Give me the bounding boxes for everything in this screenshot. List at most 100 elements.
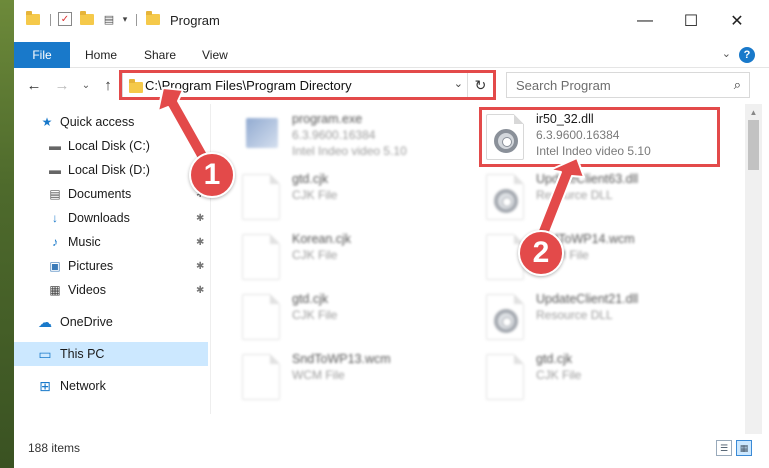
sidebar-item-onedrive[interactable]: ☁ OneDrive: [14, 310, 208, 334]
chevron-down-icon[interactable]: ▾: [118, 12, 132, 26]
sidebar-item-documents[interactable]: ▤ Documents ✱: [14, 182, 208, 206]
divider: [136, 14, 137, 26]
file-item[interactable]: gtd.cjk CJK File: [242, 170, 482, 228]
sidebar-item-label: Documents: [68, 187, 132, 201]
properties-icon[interactable]: ✓: [58, 12, 72, 26]
help-icon[interactable]: ?: [739, 47, 755, 63]
sidebar-item-label: Pictures: [68, 259, 114, 273]
file-type: CJK File: [292, 308, 338, 322]
file-item[interactable]: UpdateClient21.dll Resource DLL: [486, 290, 726, 348]
close-button[interactable]: ✕: [714, 8, 760, 34]
file-icon: [486, 354, 524, 400]
file-name: program.exe: [292, 112, 363, 126]
file-item[interactable]: gtd.cjk CJK File: [242, 290, 482, 348]
recent-locations-button[interactable]: ⌄: [76, 75, 96, 95]
sidebar-item-label: Network: [60, 379, 106, 393]
drive-icon: ▬: [49, 163, 61, 177]
window-title: Program: [170, 13, 220, 28]
sidebar-item-downloads[interactable]: ↓ Downloads ✱: [14, 206, 208, 230]
scroll-up-icon[interactable]: ▲: [745, 104, 762, 120]
star-icon: ★: [41, 115, 53, 129]
maximize-button[interactable]: ☐: [668, 8, 714, 34]
videos-icon: ▦: [49, 283, 61, 297]
new-folder-icon[interactable]: [80, 10, 94, 26]
file-item[interactable]: gtd.cjk CJK File: [486, 350, 726, 408]
file-item[interactable]: Korean.cjk CJK File: [242, 230, 482, 288]
tab-share[interactable]: Share: [144, 48, 176, 62]
customize-toolbar-icon[interactable]: ▤: [102, 12, 116, 26]
file-name: UpdateClient21.dll: [536, 292, 639, 306]
sidebar-item-network[interactable]: ⊞ Network: [14, 374, 208, 398]
file-highlight-box: [479, 107, 720, 167]
computer-icon: ▭: [38, 345, 52, 362]
documents-icon: ▤: [49, 187, 61, 201]
tab-home[interactable]: Home: [85, 48, 117, 62]
details-view-icon[interactable]: ☰: [716, 440, 732, 456]
file-icon: [242, 294, 280, 340]
annotation-badge-1: 1: [189, 152, 235, 198]
file-item[interactable]: UpdateClient63.dll Resource DLL: [486, 170, 726, 228]
search-placeholder: Search Program: [516, 78, 611, 93]
file-item[interactable]: SndToWP13.wcm WCM File: [242, 350, 482, 408]
sidebar-item-label: Music: [68, 235, 101, 249]
file-icon: [242, 354, 280, 400]
file-icon: [242, 174, 280, 220]
file-name: gtd.cjk: [292, 172, 329, 186]
dll-gear-icon: [486, 294, 524, 340]
pin-icon: ✱: [196, 236, 205, 248]
sidebar-item-pictures[interactable]: ▣ Pictures ✱: [14, 254, 208, 278]
file-version: 6.3.9600.16384: [292, 128, 376, 142]
pin-icon: ✱: [196, 260, 205, 272]
annotation-badge-2: 2: [518, 230, 564, 276]
file-name: UpdateClient63.dll: [536, 172, 639, 186]
file-type: WCM File: [292, 368, 345, 382]
file-item[interactable]: program.exe 6.3.9600.16384 Intel Indeo v…: [242, 110, 482, 168]
file-type: CJK File: [536, 368, 582, 382]
sidebar-item-this-pc[interactable]: ▭ This PC: [14, 342, 208, 366]
tiles-view-icon[interactable]: ▦: [736, 440, 752, 456]
back-button[interactable]: ←: [24, 75, 44, 95]
tab-file[interactable]: File: [14, 42, 70, 68]
file-name: gtd.cjk: [536, 352, 573, 366]
sidebar-item-label: Quick access: [60, 115, 135, 129]
file-name: Korean.cjk: [292, 232, 352, 246]
sidebar-item-label: Local Disk (D:): [68, 163, 150, 177]
search-icon: ⌕: [733, 77, 741, 92]
forward-button[interactable]: →: [52, 75, 72, 95]
sidebar-item-local-disk-c[interactable]: ▬ Local Disk (C:): [14, 134, 208, 158]
file-type: CJK File: [292, 188, 338, 202]
drive-icon: ▬: [49, 139, 61, 153]
sidebar-item-videos[interactable]: ▦ Videos ✱: [14, 278, 208, 302]
cloud-icon: ☁: [38, 313, 52, 330]
minimize-button[interactable]: —: [622, 8, 668, 34]
up-button[interactable]: ↑: [98, 75, 118, 95]
sidebar-item-music[interactable]: ♪ Music ✱: [14, 230, 208, 254]
sidebar-item-label: Local Disk (C:): [68, 139, 150, 153]
tab-view[interactable]: View: [202, 48, 228, 62]
file-icon: [242, 234, 280, 280]
pane-divider[interactable]: [210, 104, 211, 414]
ribbon-tabs: File Home Share View ⌄ ?: [14, 42, 769, 68]
download-icon: ↓: [52, 211, 58, 225]
network-icon: ⊞: [39, 377, 51, 394]
sidebar-item-local-disk-d[interactable]: ▬ Local Disk (D:): [14, 158, 208, 182]
sidebar-item-label: This PC: [60, 347, 105, 361]
pin-icon: ✱: [196, 212, 205, 224]
expand-ribbon-icon[interactable]: ⌄: [722, 47, 731, 60]
title-bar: ✓ ▤ ▾ Program — ☐ ✕: [14, 0, 769, 42]
item-count: 188 items: [28, 441, 81, 455]
sidebar-item-quick-access[interactable]: ★ Quick access: [14, 110, 208, 134]
scroll-thumb[interactable]: [748, 120, 759, 170]
folder-icon: [146, 10, 160, 26]
exe-icon: [246, 118, 278, 148]
file-type: Resource DLL: [536, 188, 613, 202]
vertical-scrollbar[interactable]: ▲: [745, 104, 762, 434]
pin-icon: ✱: [196, 284, 205, 296]
search-input[interactable]: Search Program ⌕: [506, 72, 750, 98]
music-icon: ♪: [52, 235, 58, 249]
file-description: Intel Indeo video 5.10: [292, 144, 407, 158]
folder-icon: [26, 10, 40, 26]
divider: [50, 14, 51, 26]
sidebar-item-label: Downloads: [68, 211, 130, 225]
dll-gear-icon: [486, 174, 524, 220]
